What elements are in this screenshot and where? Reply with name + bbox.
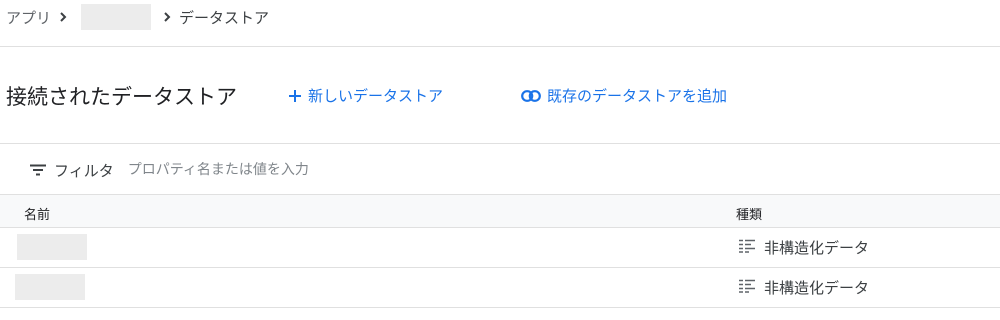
- plus-icon: [288, 89, 302, 103]
- table-row[interactable]: 非構造化データ: [0, 228, 1000, 268]
- section-divider: [0, 143, 1000, 144]
- breadcrumb-app-link[interactable]: アプリ: [6, 7, 51, 28]
- filter-icon[interactable]: [30, 161, 46, 180]
- new-datastore-label: 新しいデータストア: [308, 87, 444, 105]
- page-header: 接続されたデータストア: [6, 80, 237, 112]
- add-existing-datastore-button[interactable]: 既存のデータストアを追加: [521, 85, 727, 106]
- breadcrumb-app-name-redacted[interactable]: [81, 4, 152, 30]
- breadcrumb-current: データストア: [179, 8, 270, 27]
- table-header: 名前 種類: [0, 194, 1000, 228]
- datastore-type: 非構造化データ: [738, 277, 869, 298]
- add-existing-datastore-label: 既存のデータストアを追加: [547, 87, 728, 105]
- new-datastore-button[interactable]: 新しいデータストア: [288, 85, 443, 106]
- column-header-type[interactable]: 種類: [736, 204, 762, 223]
- chevron-right-icon: [51, 11, 75, 23]
- filter-input[interactable]: [127, 162, 388, 178]
- unstructured-data-icon: [738, 279, 756, 297]
- filter-label: フィルタ: [54, 161, 114, 180]
- datastore-type-label: 非構造化データ: [764, 239, 870, 257]
- page-title: 接続されたデータストア: [6, 85, 237, 109]
- breadcrumb: アプリ データストア: [6, 4, 270, 30]
- datastore-name-redacted[interactable]: [15, 274, 85, 300]
- datastore-type: 非構造化データ: [738, 237, 869, 258]
- link-icon: [521, 89, 541, 102]
- table-row[interactable]: 非構造化データ: [0, 268, 1000, 308]
- unstructured-data-icon: [738, 239, 756, 257]
- filter-bar: フィルタ: [30, 157, 388, 183]
- chevron-right-icon: [155, 11, 179, 23]
- header-divider: [0, 46, 1000, 47]
- datastore-name-redacted[interactable]: [17, 234, 87, 260]
- column-header-name[interactable]: 名前: [24, 204, 50, 223]
- datastore-type-label: 非構造化データ: [764, 279, 870, 297]
